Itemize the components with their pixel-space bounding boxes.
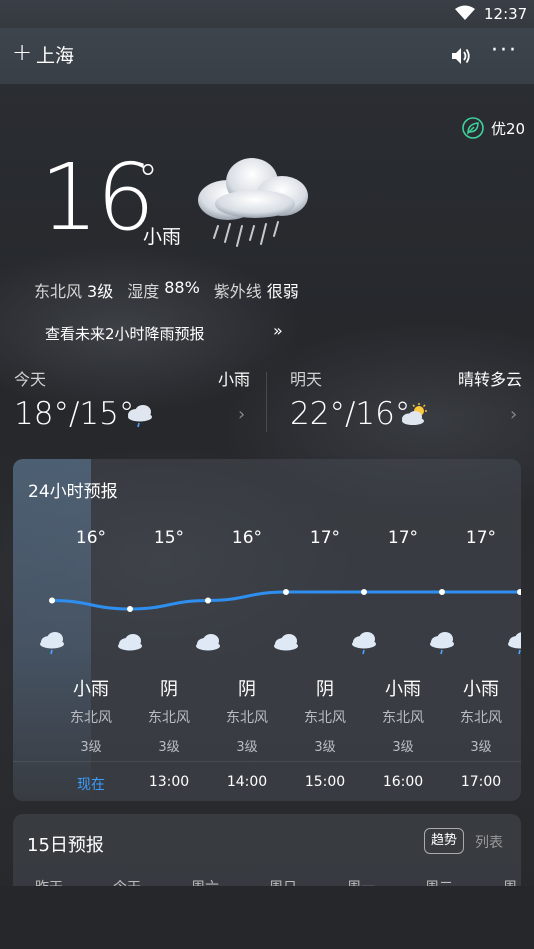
wifi-icon	[455, 5, 475, 20]
current-condition: 小雨	[143, 226, 182, 248]
speaker-icon[interactable]	[450, 45, 472, 67]
status-bar: 12:37	[0, 0, 534, 28]
rain-cloud-icon	[430, 632, 454, 655]
aqi-badge[interactable]: 优20	[462, 117, 526, 139]
day-label: 周日	[269, 877, 297, 886]
time-divider	[13, 761, 521, 762]
sun-cloud-icon	[402, 403, 427, 425]
hour-column[interactable]: 17° 小雨东北风 3级 18:00	[481, 459, 521, 801]
hour-column[interactable]: 16° 小雨 东北风 3级 现在	[13, 459, 112, 801]
temperature-point	[439, 589, 445, 595]
tomorrow-label: 明天	[290, 370, 323, 389]
temperature-point	[361, 589, 367, 595]
hour-column[interactable]: 17° 阴东北风 3级 15:00	[247, 459, 346, 801]
hour-column[interactable]: 17° 小雨 东北风 3级 16:00	[325, 459, 424, 801]
list-toggle-button[interactable]: 列表	[475, 832, 503, 852]
hourly-forecast-card[interactable]: 16° 小雨 东北风 3级 现在 15° 阴东北风 3级 13:00 16° 阴东北风 3级 14:00…	[13, 459, 521, 801]
temperature-point	[127, 606, 133, 612]
degree-symbol: °	[138, 157, 158, 203]
day-labels-row: 昨天 今天 周六 周日 周一 周二 周三	[13, 877, 521, 886]
rain-cloud-icon	[40, 632, 64, 655]
humidity-value: 88%	[164, 278, 200, 297]
day-label: 周六	[191, 877, 219, 886]
rain-cloud-icon	[352, 632, 376, 655]
hour-wind: 东北风	[520, 707, 521, 727]
fifteen-day-title: 15日预报	[27, 835, 104, 856]
leaf-icon	[462, 117, 484, 139]
temperature-point	[283, 589, 289, 595]
current-temperature: 16	[40, 144, 155, 251]
day-label: 今天	[113, 877, 141, 886]
uv-value: 很弱	[266, 282, 299, 301]
today-temperature: 18°/15°	[14, 396, 135, 432]
weather-details: 东北风 3级 湿度 88% 紫外线 很弱	[34, 278, 313, 302]
chevron-right-icon: ›	[510, 404, 518, 425]
humidity-label: 湿度	[127, 282, 160, 301]
temperature-point	[517, 589, 521, 595]
cloud-icon	[196, 634, 220, 651]
today-label: 今天	[14, 370, 47, 389]
today-summary[interactable]: 今天 小雨 18°/15° ›	[14, 366, 250, 436]
uv-label: 紫外线	[213, 282, 262, 301]
hour-column[interactable]: 15° 阴东北风 3级 13:00	[91, 459, 190, 801]
chevron-right-icon: ›	[238, 404, 246, 425]
hourly-title: 24小时预报	[28, 482, 118, 502]
temperature-point	[49, 597, 55, 604]
day-label: 昨天	[35, 877, 63, 886]
double-chevron-right-icon[interactable]: »	[273, 321, 283, 340]
temperature-curve	[49, 589, 521, 612]
aqi-label: 优20	[491, 119, 526, 138]
hour-condition: 小雨	[520, 675, 521, 701]
trend-toggle-button[interactable]: 趋势	[424, 828, 464, 854]
tomorrow-condition: 晴转多云	[457, 370, 522, 389]
day-label: 周二	[425, 877, 453, 886]
rain-forecast-link[interactable]: 查看未来2小时降雨预报	[45, 323, 205, 344]
top-bar: + 上海 ···	[0, 28, 534, 84]
day-label: 周一	[347, 877, 375, 886]
more-menu-button[interactable]: ···	[491, 38, 518, 63]
cloud-rain-icon	[198, 158, 308, 247]
today-condition: 小雨	[217, 370, 250, 389]
day-label: 周三	[503, 877, 521, 886]
rain-cloud-icon	[128, 405, 152, 428]
hour-wind-level: 3级	[520, 736, 521, 755]
wind-label: 东北风	[34, 282, 83, 301]
cloud-icon	[118, 634, 142, 651]
hour-column[interactable]: 16° 阴东北风 3级 14:00	[169, 459, 268, 801]
tomorrow-summary[interactable]: 明天 晴转多云 22°/16° ›	[290, 366, 522, 436]
status-time: 12:37	[484, 5, 528, 23]
bottom-area	[0, 886, 534, 949]
day-divider	[266, 372, 267, 432]
hour-column[interactable]: 17° 小雨 东北风 3级 17:00	[403, 459, 502, 801]
tomorrow-temperature: 22°/16°	[290, 396, 411, 432]
city-name[interactable]: 上海	[36, 41, 74, 68]
fifteen-day-card[interactable]: 15日预报 趋势 列表 昨天 今天 周六 周日 周一 周二 周三	[13, 814, 521, 886]
wind-value: 3级	[87, 282, 114, 301]
temperature-point	[205, 597, 211, 604]
hour-temperature: 17°	[520, 528, 521, 548]
cloud-icon	[274, 634, 298, 651]
rain-cloud-icon	[508, 632, 521, 655]
add-city-button[interactable]: +	[12, 38, 32, 66]
hour-time: 18:00	[520, 774, 521, 790]
